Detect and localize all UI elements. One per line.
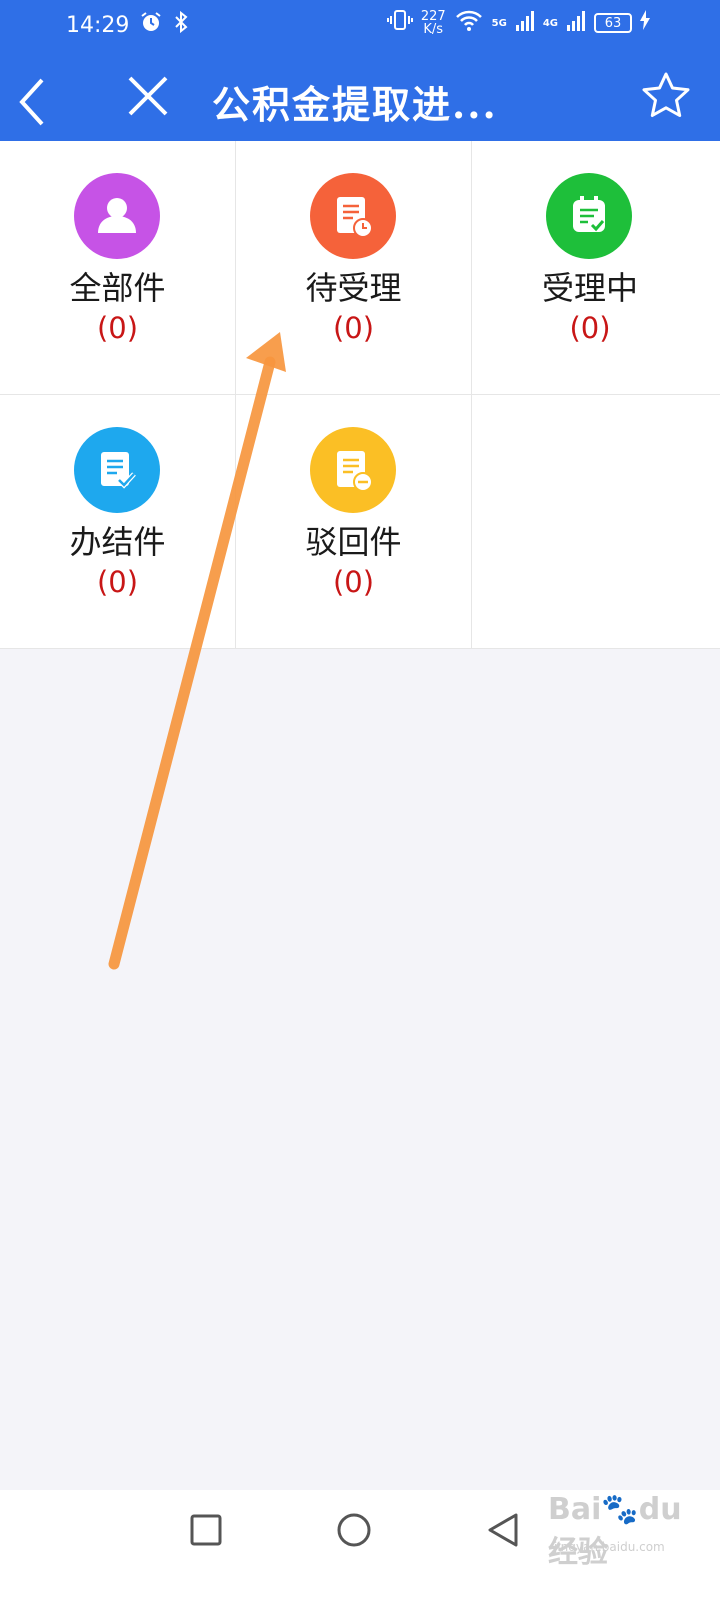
signal-icon [566,9,586,37]
speed-unit: K/s [423,22,444,37]
person-icon [74,173,160,259]
vibrate-icon [386,8,413,38]
back-nav-button[interactable] [484,1510,524,1550]
net-type-2: 4G [542,17,558,29]
grid-item-count: (0) [569,311,611,345]
grid-item-label: 受理中 [541,269,638,307]
watermark-url: jingyan.baidu.com [554,1540,665,1554]
grid-item-label: 待受理 [305,269,402,307]
grid-item-all[interactable]: 全部件 (0) [0,141,236,395]
document-check-icon [74,427,160,513]
grid-item-count: (0) [96,311,139,345]
grid-item-rejected[interactable]: 驳回件 (0) [236,395,472,649]
home-button[interactable] [334,1510,374,1550]
square-icon [190,1514,222,1546]
bluetooth-icon [173,10,189,40]
alarm-icon [139,10,163,40]
status-bar: 14:29 227 K/s 5G 4G 63 [0,0,720,48]
triangle-back-icon [488,1513,518,1547]
grid-item-label: 全部件 [69,269,166,307]
favorite-button[interactable] [640,70,692,122]
grid-item-pending[interactable]: 待受理 (0) [236,141,472,395]
header: 14:29 227 K/s 5G 4G 63 公积金提取进... [0,0,720,141]
close-icon [128,76,168,116]
grid-item-label: 办结件 [69,523,166,561]
grid-item-processing[interactable]: 受理中 (0) [472,141,720,395]
watermark-brand-suffix: du [638,1492,682,1527]
close-button[interactable] [124,72,172,120]
back-button[interactable] [12,68,52,128]
network-speed: 227 K/s [421,10,446,36]
grid-item-count: (0) [332,565,375,599]
grid-item-count: (0) [332,311,375,345]
recents-button[interactable] [186,1510,226,1550]
wifi-icon [454,8,484,38]
document-clock-icon [310,173,396,259]
status-grid: 全部件 (0) 待受理 (0) 受理中 (0) 办结件 (0) 驳回件 (0) [0,141,720,649]
document-minus-icon [310,427,396,513]
nav-bar: 公积金提取进... [0,60,720,140]
grid-empty-cell [472,395,720,649]
watermark-brand: Bai [548,1492,602,1527]
circle-icon [337,1513,371,1547]
paw-icon: 🐾 [601,1492,639,1527]
grid-item-completed[interactable]: 办结件 (0) [0,395,236,649]
star-icon [642,72,690,117]
baidu-watermark: Bai🐾du 经验 jingyan.baidu.com [548,1492,708,1572]
grid-item-count: (0) [96,565,139,599]
chevron-left-icon [19,78,44,126]
charging-icon [640,10,650,36]
page-title: 公积金提取进... [212,82,498,127]
signal-icon [515,9,535,37]
grid-item-label: 驳回件 [305,523,402,561]
battery-level: 63 [594,13,632,33]
net-type-1: 5G [491,17,507,29]
status-time: 14:29 [66,12,130,38]
clipboard-check-icon [546,173,632,259]
